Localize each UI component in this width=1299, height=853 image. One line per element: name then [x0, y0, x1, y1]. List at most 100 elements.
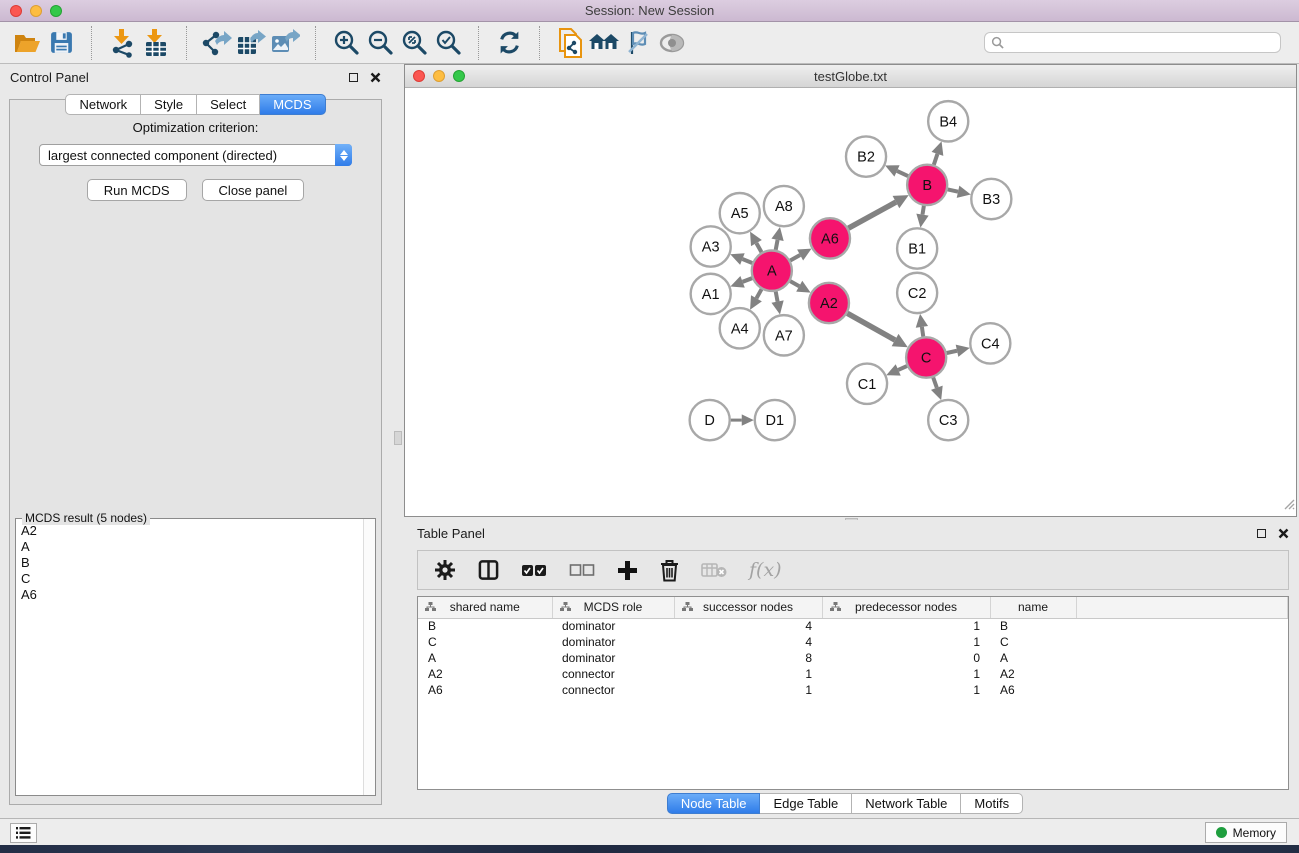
close-table-panel-icon[interactable]	[1278, 528, 1289, 539]
float-table-panel-icon[interactable]	[1257, 529, 1266, 538]
search-box[interactable]	[984, 32, 1281, 53]
edge-A-A4[interactable]	[756, 289, 761, 298]
export-image-icon[interactable]	[268, 26, 302, 60]
edge-A-A7[interactable]	[776, 292, 778, 302]
vertical-splitter-handle[interactable]	[394, 431, 402, 445]
export-table-icon[interactable]	[234, 26, 268, 60]
graph-node-D1[interactable]: D1	[755, 400, 795, 440]
column-header-name[interactable]: name	[990, 597, 1076, 618]
memory-button[interactable]: Memory	[1205, 822, 1287, 843]
zoom-selected-icon[interactable]	[431, 26, 465, 60]
open-file-icon[interactable]	[10, 26, 44, 60]
result-item[interactable]: A2	[17, 523, 362, 539]
window-resize-grip[interactable]	[1281, 496, 1295, 515]
graph-node-C3[interactable]: C3	[928, 400, 968, 440]
optimization-criterion-dropdown[interactable]: largest connected component (directed)	[39, 144, 352, 166]
svg-text:A3: A3	[702, 239, 720, 255]
graph-node-B4[interactable]: B4	[928, 101, 968, 141]
edge-C-C3[interactable]	[933, 377, 937, 387]
search-input[interactable]	[1008, 36, 1274, 50]
table-row[interactable]: Cdominator41C	[418, 634, 1288, 650]
result-item[interactable]: C	[17, 571, 362, 587]
edge-B-B2[interactable]	[897, 171, 908, 176]
edge-A-A2[interactable]	[790, 281, 799, 286]
graph-node-C1[interactable]: C1	[847, 364, 887, 404]
graph-node-D[interactable]: D	[690, 400, 730, 440]
bird-view-eye-icon[interactable]	[655, 26, 689, 60]
graph-node-B3[interactable]: B3	[971, 179, 1011, 219]
delete-column-trash-icon[interactable]	[660, 559, 679, 582]
column-header-shared-name[interactable]: shared name	[418, 597, 552, 618]
run-mcds-button[interactable]: Run MCDS	[87, 179, 187, 201]
edge-A-A5[interactable]	[756, 243, 761, 252]
graph-node-A[interactable]: A	[752, 251, 792, 291]
zoom-out-icon[interactable]	[363, 26, 397, 60]
edge-B-B1[interactable]	[922, 206, 923, 215]
graph-node-A7[interactable]: A7	[764, 315, 804, 355]
refresh-icon[interactable]	[492, 26, 526, 60]
save-session-icon[interactable]	[44, 26, 78, 60]
zoom-fit-icon[interactable]	[397, 26, 431, 60]
tab-motifs[interactable]: Motifs	[961, 793, 1023, 814]
edge-A2-C[interactable]	[847, 313, 895, 340]
edge-A6-B[interactable]	[848, 202, 896, 228]
tab-select[interactable]: Select	[197, 94, 260, 115]
tab-network[interactable]: Network	[65, 94, 141, 115]
import-table-icon[interactable]	[139, 26, 173, 60]
table-settings-gear-icon[interactable]	[434, 559, 456, 581]
select-all-columns-icon[interactable]	[521, 562, 547, 578]
column-header-MCDS-role[interactable]: MCDS role	[552, 597, 674, 618]
table-row[interactable]: A6connector11A6	[418, 682, 1288, 698]
export-network-icon[interactable]	[200, 26, 234, 60]
graph-node-C4[interactable]: C4	[970, 323, 1010, 363]
graph-node-A2[interactable]: A2	[809, 283, 849, 323]
column-header-predecessor-nodes[interactable]: predecessor nodes	[822, 597, 990, 618]
graph-node-A6[interactable]: A6	[810, 218, 850, 258]
edge-C-C1[interactable]	[898, 366, 907, 370]
edge-A-A1[interactable]	[743, 278, 753, 282]
table-row[interactable]: A2connector11A2	[418, 666, 1288, 682]
edge-B-B3[interactable]	[948, 189, 958, 191]
graph-node-B2[interactable]: B2	[846, 136, 886, 176]
close-panel-icon[interactable]	[370, 72, 381, 83]
graph-node-B[interactable]: B	[907, 165, 947, 205]
graph-node-B1[interactable]: B1	[897, 228, 937, 268]
task-history-button[interactable]	[10, 823, 37, 843]
show-graphics-details-icon[interactable]	[621, 26, 655, 60]
graph-node-A8[interactable]: A8	[764, 186, 804, 226]
float-panel-icon[interactable]	[349, 73, 358, 82]
import-network-icon[interactable]	[105, 26, 139, 60]
result-scrollbar[interactable]	[363, 519, 375, 795]
zoom-in-icon[interactable]	[329, 26, 363, 60]
graph-node-A4[interactable]: A4	[720, 308, 760, 348]
edge-A-A6[interactable]	[790, 255, 800, 260]
edge-C-C4[interactable]	[947, 351, 957, 353]
result-item[interactable]: A6	[17, 587, 362, 603]
edge-C-C2[interactable]	[922, 327, 923, 337]
tab-mcds[interactable]: MCDS	[260, 94, 325, 115]
tab-edge-table[interactable]: Edge Table	[760, 793, 852, 814]
result-item[interactable]: A	[17, 539, 362, 555]
graph-node-A5[interactable]: A5	[720, 193, 760, 233]
graph-node-A1[interactable]: A1	[691, 274, 731, 314]
graph-node-A3[interactable]: A3	[691, 226, 731, 266]
create-column-plus-icon[interactable]	[617, 560, 638, 581]
edge-B-B4[interactable]	[934, 154, 938, 165]
column-header-successor-nodes[interactable]: successor nodes	[674, 597, 822, 618]
close-panel-button[interactable]: Close panel	[202, 179, 305, 201]
table-row[interactable]: Adominator80A	[418, 650, 1288, 666]
table-row[interactable]: Bdominator41B	[418, 618, 1288, 634]
tab-style[interactable]: Style	[141, 94, 197, 115]
edge-A-A3[interactable]	[742, 259, 752, 263]
unselect-all-columns-icon[interactable]	[569, 563, 595, 577]
tab-network-table[interactable]: Network Table	[852, 793, 961, 814]
home-layout-icon[interactable]	[587, 26, 621, 60]
copy-network-icon[interactable]	[553, 26, 587, 60]
result-item[interactable]: B	[17, 555, 362, 571]
show-columns-icon[interactable]	[478, 559, 499, 581]
graph-node-C[interactable]: C	[906, 337, 946, 377]
tab-node-table[interactable]: Node Table	[667, 793, 761, 814]
network-canvas[interactable]: B4 B2 B B3 A8A5 A6 A3 B1 A C2 A1 A2 A4A7 C4 C C1 C3 D D1	[405, 88, 1296, 516]
graph-node-C2[interactable]: C2	[897, 273, 937, 313]
edge-A-A8[interactable]	[776, 240, 778, 250]
